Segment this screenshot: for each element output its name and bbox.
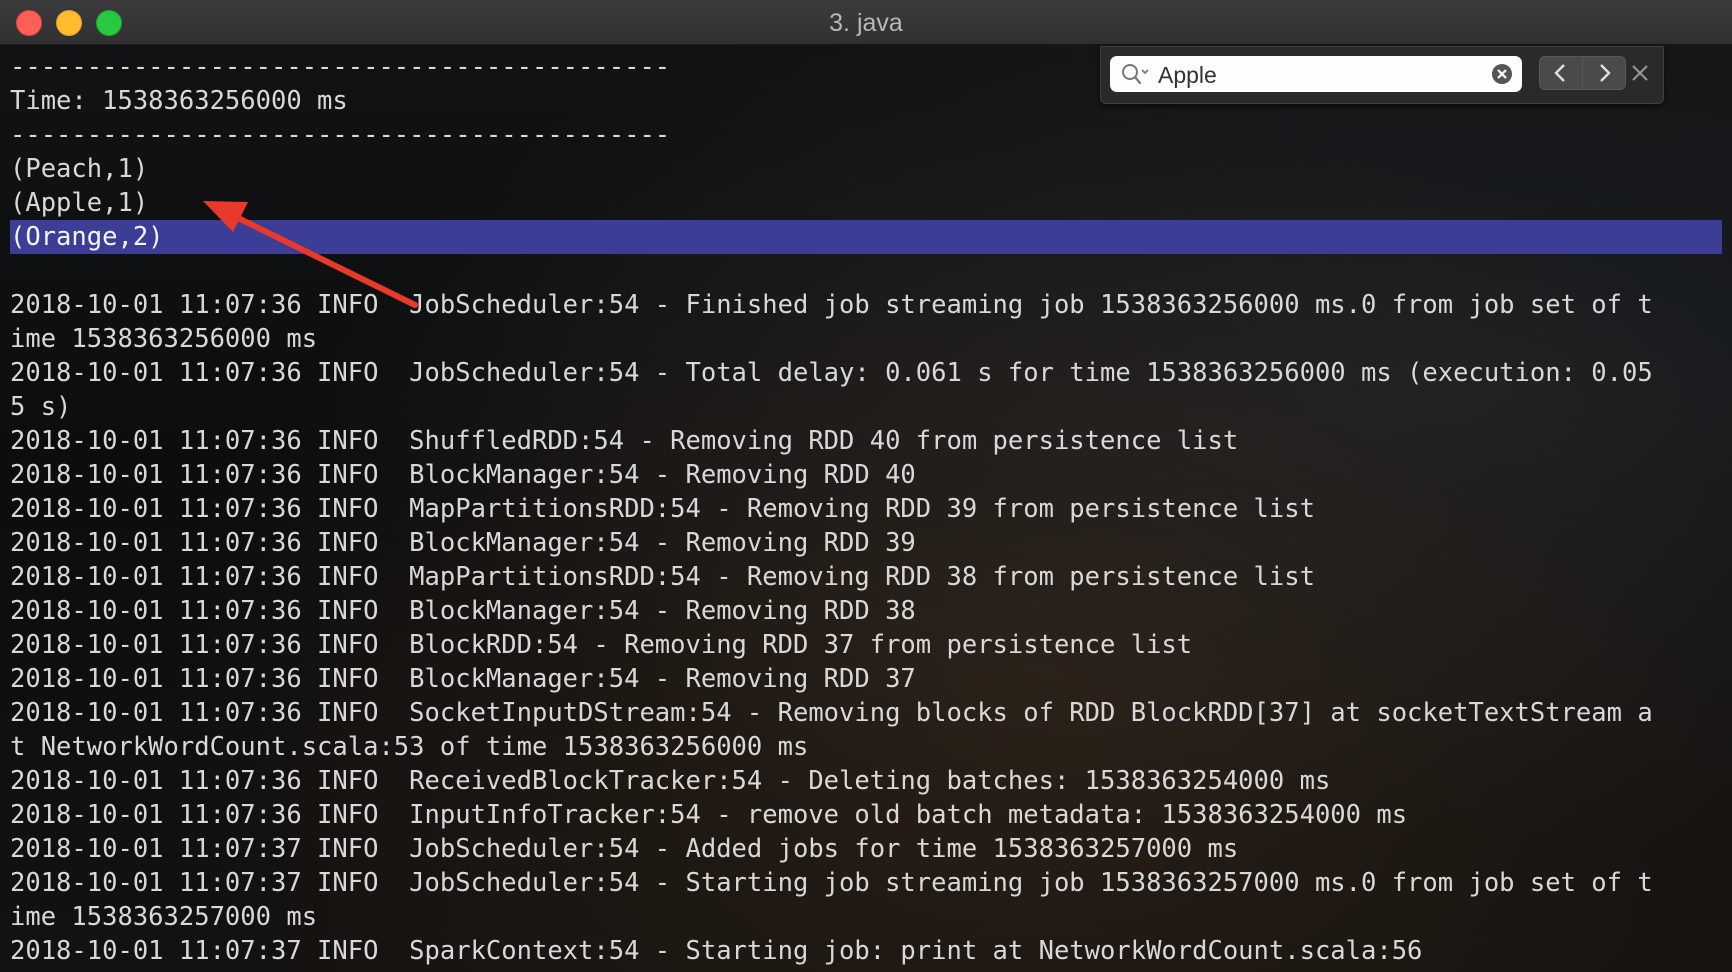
terminal-line: 2018-10-01 11:07:36 INFO JobScheduler:54… xyxy=(10,290,1653,320)
terminal-line: 5 s) xyxy=(10,392,72,422)
find-bar xyxy=(1100,46,1664,104)
terminal-line: ime 1538363256000 ms xyxy=(10,324,318,354)
terminal-line: 2018-10-01 11:07:37 INFO JobScheduler:54… xyxy=(10,834,1239,864)
terminal-window: 3. java --------------------------------… xyxy=(0,0,1732,972)
highlighted-terminal-line: (Orange,2) xyxy=(10,220,1722,254)
terminal-line: 2018-10-01 11:07:36 INFO BlockManager:54… xyxy=(10,664,916,694)
terminal-line: ----------------------------------------… xyxy=(10,120,671,150)
terminal-line: t NetworkWordCount.scala:53 of time 1538… xyxy=(10,732,809,762)
terminal-line: 2018-10-01 11:07:36 INFO ReceivedBlockTr… xyxy=(10,766,1331,796)
find-previous-button[interactable] xyxy=(1539,56,1583,90)
terminal-line: 2018-10-01 11:07:37 INFO SparkContext:54… xyxy=(10,936,1423,966)
clear-search-icon[interactable] xyxy=(1491,63,1513,85)
terminal-line: ime 1538363257000 ms xyxy=(10,902,318,932)
terminal-line: 2018-10-01 11:07:36 INFO BlockManager:54… xyxy=(10,596,916,626)
terminal-line: 2018-10-01 11:07:36 INFO MapPartitionsRD… xyxy=(10,494,1315,524)
terminal-line: (Apple,1) xyxy=(10,188,149,218)
terminal-line: 2018-10-01 11:07:36 INFO SocketInputDStr… xyxy=(10,698,1653,728)
terminal-line: 2018-10-01 11:07:36 INFO BlockManager:54… xyxy=(10,460,916,490)
chevron-right-icon xyxy=(1600,64,1611,82)
find-search-box[interactable] xyxy=(1110,56,1522,92)
terminal-line: 2018-10-01 11:07:36 INFO ShuffledRDD:54 … xyxy=(10,426,1239,456)
terminal-line: 2018-10-01 11:07:36 INFO BlockRDD:54 - R… xyxy=(10,630,1193,660)
close-find-icon[interactable] xyxy=(1629,62,1651,84)
terminal-line: 2018-10-01 11:07:37 INFO JobScheduler:54… xyxy=(10,868,1653,898)
terminal-line: (Peach,1) xyxy=(10,154,149,184)
chevron-left-icon xyxy=(1554,64,1565,82)
window-title: 3. java xyxy=(829,9,903,37)
find-next-button[interactable] xyxy=(1582,56,1626,90)
terminal-line: 2018-10-01 11:07:36 INFO MapPartitionsRD… xyxy=(10,562,1315,592)
find-input[interactable] xyxy=(1156,59,1480,91)
terminal-output[interactable]: ----------------------------------------… xyxy=(10,50,1722,968)
terminal-line: 2018-10-01 11:07:36 INFO JobScheduler:54… xyxy=(10,358,1653,388)
terminal-line: 2018-10-01 11:07:36 INFO InputInfoTracke… xyxy=(10,800,1408,830)
terminal-line: 2018-10-01 11:07:36 INFO BlockManager:54… xyxy=(10,528,916,558)
title-bar[interactable]: 3. java xyxy=(0,0,1732,45)
search-icon[interactable] xyxy=(1120,62,1152,86)
